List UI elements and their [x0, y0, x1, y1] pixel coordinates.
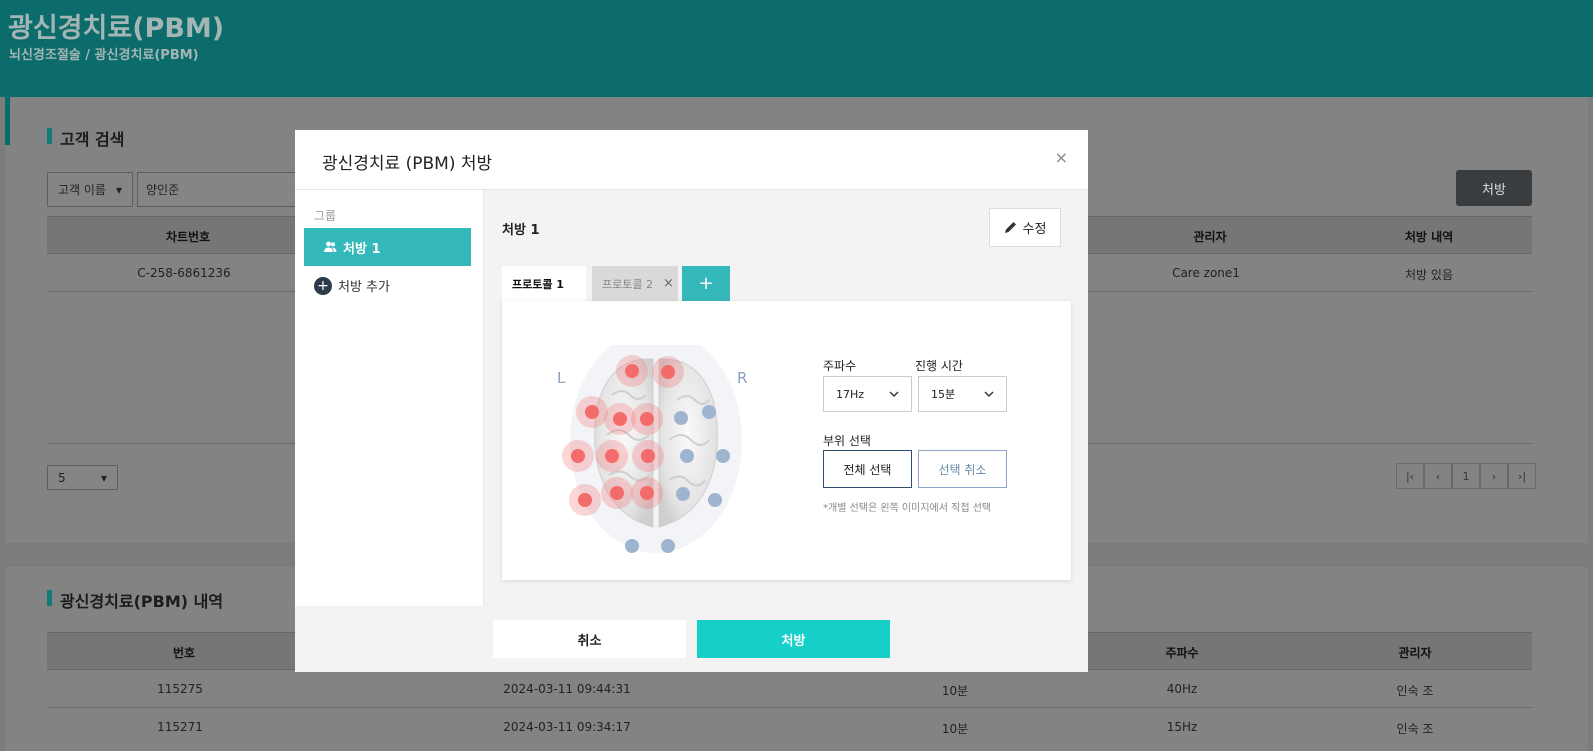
col-chart-no: 차트번호 — [165, 230, 211, 244]
col-frequency: 주파수 — [1165, 646, 1199, 660]
cell-no: 115271 — [157, 720, 203, 734]
cell-frequency: 15Hz — [1166, 720, 1198, 734]
group-sidebar: 그룹 처방 1 + 처방 추가 — [295, 190, 484, 606]
next-page-button[interactable]: › — [1480, 463, 1508, 489]
panel-accent — [5, 97, 10, 145]
region-select-label: 부위 선택 — [823, 434, 871, 448]
page-title: 광신경치료(PBM) — [8, 13, 225, 44]
prev-page-button[interactable]: ‹ — [1424, 463, 1452, 489]
page-size-select[interactable]: 5 ▾ — [47, 465, 118, 490]
brain-point[interactable] — [680, 449, 694, 463]
brain-point-active[interactable] — [640, 486, 654, 500]
add-protocol-tab-button[interactable]: + — [682, 266, 730, 301]
tab-label: 프로토콜 1 — [512, 277, 564, 291]
duration-select[interactable]: 15분 — [918, 376, 1007, 412]
cell-history: 처방 있음 — [1405, 268, 1453, 282]
tab-protocol-1[interactable]: 프로토콜 1 — [502, 266, 586, 301]
last-page-button[interactable]: ›| — [1508, 463, 1536, 489]
group-label: 그룹 — [314, 209, 337, 223]
cell-chart-no: C-258-6861236 — [137, 266, 231, 280]
sidebar-item-prescription-1[interactable]: 처방 1 — [304, 228, 471, 266]
brain-point-active[interactable] — [571, 449, 585, 463]
cell-manager: 인숙 조 — [1396, 722, 1434, 736]
search-field-label: 고객 이름 — [58, 183, 106, 197]
brain-point[interactable] — [625, 539, 639, 553]
select-all-button[interactable]: 전체 선택 — [823, 450, 912, 488]
col-no: 번호 — [172, 646, 196, 660]
chevron-down-icon — [889, 391, 899, 397]
frequency-value: 17Hz — [836, 387, 865, 401]
page-1-button[interactable]: 1 — [1452, 463, 1480, 489]
modal-header: 광신경치료 (PBM) 처방 × — [295, 130, 1088, 190]
brain-point-active[interactable] — [661, 365, 675, 379]
col-manager: 관리자 — [1398, 646, 1432, 660]
tab-protocol-2[interactable]: 프로토콜 2 × — [592, 266, 678, 301]
cell-frequency: 40Hz — [1166, 682, 1198, 696]
cell-duration: 10분 — [941, 684, 969, 698]
brain-point-active[interactable] — [613, 412, 627, 426]
search-input[interactable]: 양인준 — [137, 172, 307, 207]
deselect-button[interactable]: 선택 취소 — [918, 450, 1007, 488]
brain-point-active[interactable] — [610, 486, 624, 500]
caret-down-icon: ▾ — [115, 182, 122, 197]
edit-button[interactable]: 수정 — [989, 208, 1061, 247]
chevron-down-icon — [984, 391, 994, 397]
selection-hint: *개별 선택은 왼쪽 이미지에서 직접 선택 — [823, 503, 992, 514]
modal-title: 광신경치료 (PBM) 처방 — [322, 154, 493, 174]
col-manager: 관리자 — [1193, 230, 1227, 244]
cell-datetime: 2024-03-11 09:44:31 — [503, 682, 631, 696]
col-history: 처방 내역 — [1404, 230, 1454, 244]
brain-point[interactable] — [702, 405, 716, 419]
brain-point-active[interactable] — [605, 449, 619, 463]
modal-footer: 취소 처방 — [295, 606, 1088, 672]
pencil-icon — [1004, 222, 1016, 233]
prescription-content: 처방 1 수정 프로토콜 1 프로토콜 2 × + L R 주파수 진행 시간 … — [484, 190, 1088, 606]
pbm-prescription-modal: 광신경치료 (PBM) 처방 × 그룹 처방 1 + 처방 추가 처방 1 수정… — [295, 130, 1088, 672]
caret-down-icon: ▾ — [100, 470, 107, 485]
cell-datetime: 2024-03-11 09:34:17 — [503, 720, 631, 734]
brain-point-active[interactable] — [641, 449, 655, 463]
history-section-title: 광신경치료(PBM) 내역 — [47, 588, 223, 612]
tab-label: 프로토콜 2 — [602, 277, 653, 291]
search-field-select[interactable]: 고객 이름 ▾ — [47, 172, 133, 207]
row-divider — [47, 707, 1532, 708]
add-prescription-label: 처방 추가 — [338, 280, 390, 295]
prescription-title: 처방 1 — [502, 223, 540, 238]
duration-value: 15분 — [931, 388, 956, 401]
first-page-button[interactable]: |‹ — [1396, 463, 1424, 489]
brain-point[interactable] — [674, 411, 688, 425]
cell-manager: Care zone1 — [1172, 266, 1240, 280]
frequency-label: 주파수 — [823, 359, 857, 373]
cell-no: 115275 — [157, 682, 203, 696]
brain-point[interactable] — [708, 493, 722, 507]
duration-label: 진행 시간 — [915, 359, 963, 373]
close-icon[interactable]: × — [1055, 148, 1068, 167]
brain-point-active[interactable] — [640, 412, 654, 426]
prescribe-button[interactable]: 처방 — [1456, 170, 1532, 206]
close-tab-icon[interactable]: × — [663, 276, 674, 291]
brain-point[interactable] — [716, 449, 730, 463]
pagination: |‹ ‹ 1 › ›| — [1396, 463, 1536, 489]
page-size-value: 5 — [58, 470, 66, 485]
cell-manager: 인숙 조 — [1396, 684, 1434, 698]
add-prescription-button[interactable]: + 처방 추가 — [314, 276, 390, 295]
user-group-icon — [324, 241, 337, 252]
brain-point[interactable] — [676, 487, 690, 501]
breadcrumb: 뇌신경조절술 / 광신경치료(PBM) — [9, 48, 199, 63]
edit-button-label: 수정 — [1022, 222, 1047, 237]
brain-point-active[interactable] — [578, 493, 592, 507]
brain-point-active[interactable] — [625, 364, 639, 378]
cancel-button[interactable]: 취소 — [493, 620, 686, 658]
sidebar-item-label: 처방 1 — [343, 241, 381, 257]
frequency-select[interactable]: 17Hz — [823, 376, 912, 412]
protocol-card: L R 주파수 진행 시간 17Hz 15분 부위 선택 전체 선택 선택 취소… — [502, 301, 1071, 580]
brain-point-active[interactable] — [585, 405, 599, 419]
brain-diagram[interactable] — [557, 345, 767, 565]
page-header: 광신경치료(PBM) 뇌신경조절술 / 광신경치료(PBM) — [0, 0, 1593, 97]
search-section-title: 고객 검색 — [47, 126, 124, 150]
confirm-prescribe-button[interactable]: 처방 — [697, 620, 890, 658]
brain-point[interactable] — [661, 539, 675, 553]
plus-circle-icon: + — [314, 276, 332, 295]
cell-duration: 10분 — [941, 722, 969, 736]
